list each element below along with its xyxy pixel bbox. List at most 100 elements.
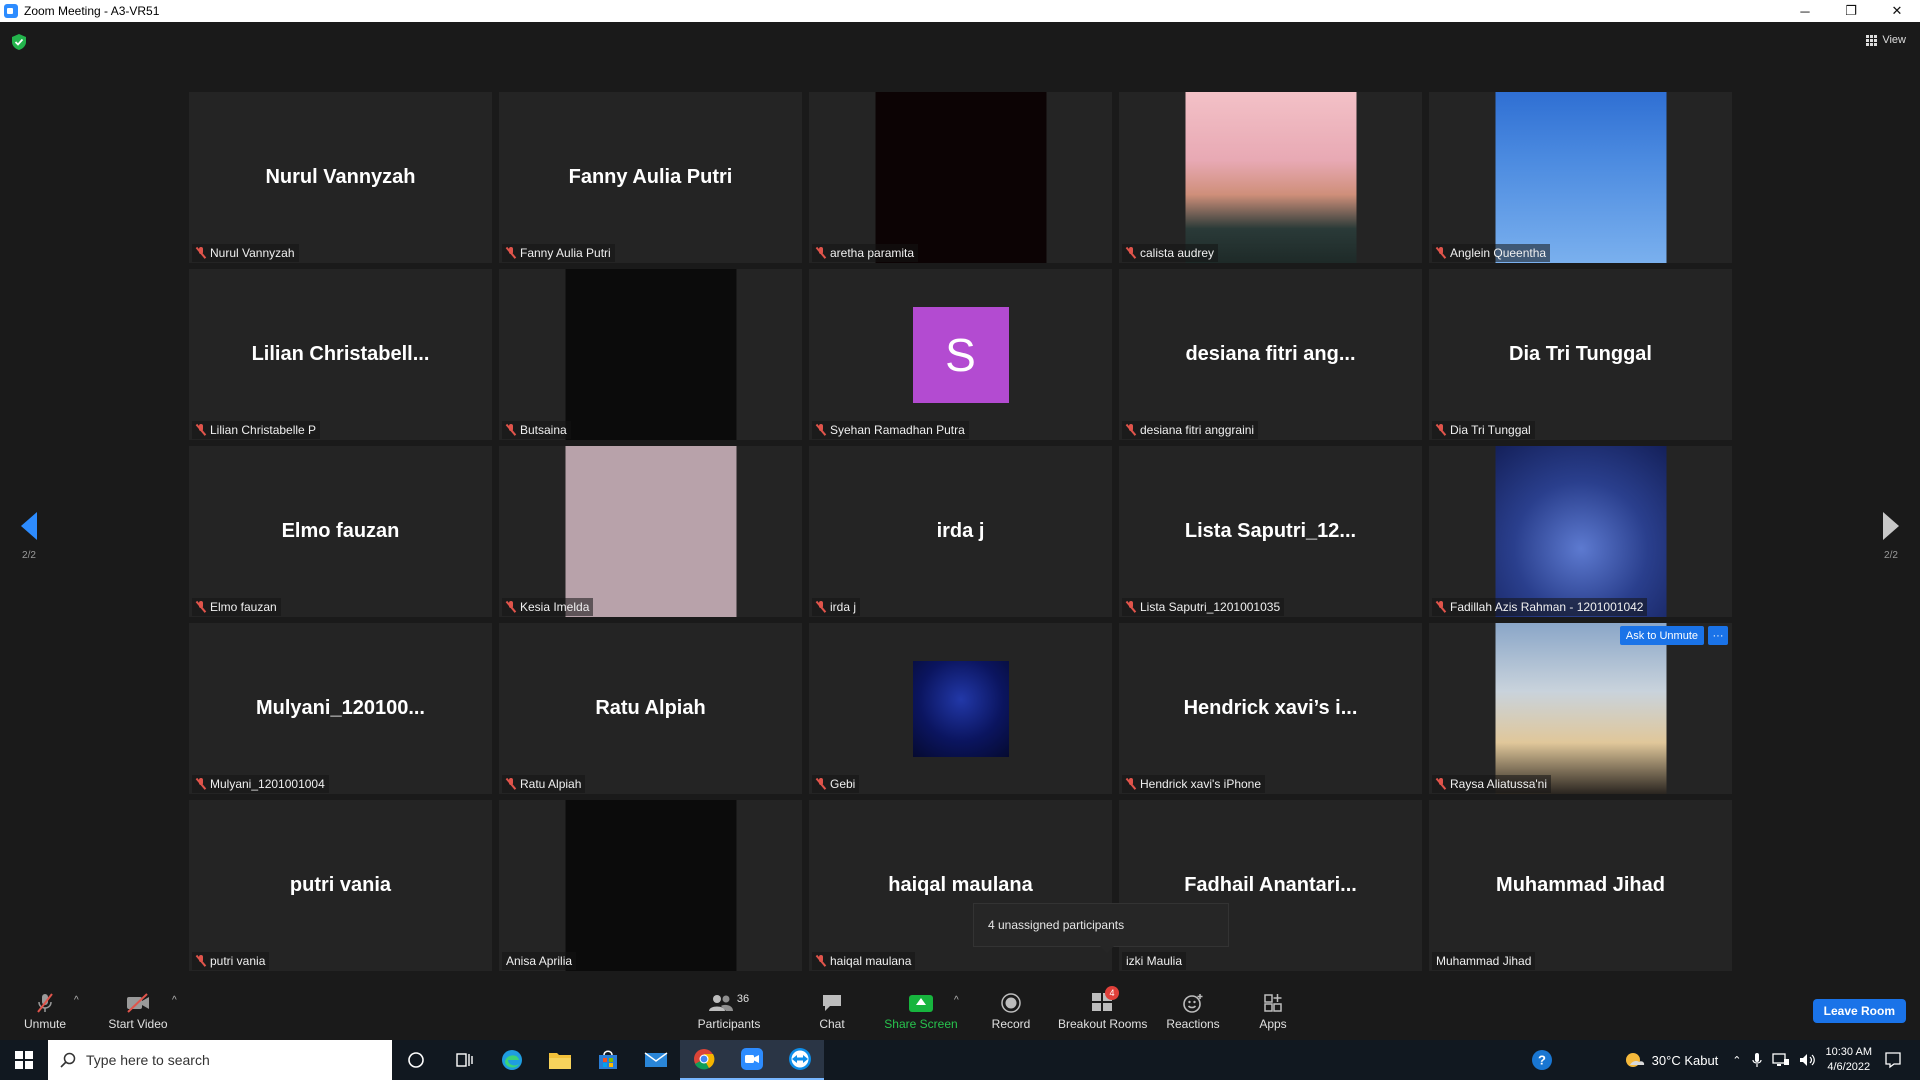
apps-icon <box>1264 994 1282 1012</box>
participant-tile[interactable]: Elmo fauzan Elmo fauzan <box>189 446 492 617</box>
start-video-label: Start Video <box>108 1017 168 1031</box>
breakout-rooms-label: Breakout Rooms <box>1058 1017 1148 1031</box>
help-button[interactable]: ? <box>1522 1049 1562 1071</box>
participant-tile[interactable]: putri vania putri vania <box>189 800 492 971</box>
minimize-button[interactable]: ─ <box>1782 0 1828 22</box>
muted-mic-icon <box>196 778 206 790</box>
participant-name: aretha paramita <box>830 246 915 260</box>
participant-name-label: Muhammad Jihad <box>1432 952 1536 970</box>
participant-tile[interactable]: Lilian Christabell... Lilian Christabelle… <box>189 269 492 440</box>
chat-button[interactable]: Chat <box>814 991 850 1031</box>
network-icon[interactable] <box>1771 1052 1790 1068</box>
ask-to-unmute-button[interactable]: Ask to Unmute <box>1619 626 1704 645</box>
participant-display-name: Lilian Christabell... <box>251 343 430 365</box>
taskbar-teamviewer[interactable] <box>776 1040 824 1080</box>
taskbar-clock[interactable]: 10:30 AM 4/6/2022 <box>1826 1045 1872 1075</box>
weather-sun-icon <box>1625 1053 1644 1067</box>
participant-video <box>1495 446 1666 617</box>
participant-tile[interactable]: desiana fitri ang... desiana fitri anggra… <box>1119 269 1422 440</box>
share-screen-button[interactable]: Share Screen <box>884 991 958 1031</box>
next-page-button[interactable]: 2/2 <box>1876 512 1906 561</box>
participant-tile[interactable]: Ratu Alpiah Ratu Alpiah <box>499 623 802 794</box>
muted-mic-icon <box>1436 424 1446 436</box>
muted-mic-icon <box>196 424 206 436</box>
chevron-up-icon[interactable]: ⌃ <box>1732 1054 1741 1067</box>
taskbar-edge[interactable] <box>488 1040 536 1080</box>
previous-page-button[interactable]: 2/2 <box>14 512 44 561</box>
participant-tile[interactable]: irda j irda j <box>809 446 1112 617</box>
cortana-button[interactable] <box>392 1040 440 1080</box>
taskbar-zoom[interactable] <box>728 1040 776 1080</box>
taskbar-mail[interactable] <box>632 1040 680 1080</box>
leave-room-button[interactable]: Leave Room <box>1812 999 1906 1023</box>
participant-tile[interactable]: Raysa Aliatussa'ni Ask to Unmute ··· <box>1429 623 1732 794</box>
participants-button[interactable]: 36 Participants <box>694 991 764 1031</box>
participant-name: Ratu Alpiah <box>520 777 582 791</box>
participant-name: Hendrick xavi's iPhone <box>1140 777 1262 791</box>
close-button[interactable]: ✕ <box>1874 0 1920 22</box>
folder-icon <box>549 1053 571 1069</box>
taskbar-file-explorer[interactable] <box>536 1040 584 1080</box>
start-video-button[interactable]: Start Video <box>106 991 170 1031</box>
svg-text:?: ? <box>1538 1053 1546 1068</box>
apps-button[interactable]: Apps <box>1256 991 1290 1031</box>
view-button[interactable]: View <box>1866 34 1906 46</box>
participant-name-label: Mulyani_1201001004 <box>192 775 329 793</box>
muted-mic-icon <box>1436 247 1446 259</box>
participant-tile[interactable]: Nurul Vannyzah Nurul Vannyzah <box>189 92 492 263</box>
muted-mic-icon <box>1126 778 1136 790</box>
breakout-rooms-button[interactable]: 4 Breakout Rooms <box>1058 985 1148 1031</box>
cortana-circle-icon <box>408 1052 424 1068</box>
participant-name: Butsaina <box>520 423 567 437</box>
participant-tile[interactable]: aretha paramita <box>809 92 1112 263</box>
muted-mic-icon <box>506 247 516 259</box>
participant-display-name: irda j <box>936 520 985 542</box>
security-shield-icon[interactable] <box>12 34 26 50</box>
unassigned-participants-tooltip: 4 unassigned participants <box>973 903 1229 953</box>
unmute-button[interactable]: Unmute <box>22 991 68 1031</box>
participant-tile[interactable]: Gebi <box>809 623 1112 794</box>
participant-name: Muhammad Jihad <box>1436 954 1532 968</box>
participant-tile[interactable]: Hendrick xavi’s i... Hendrick xavi's iPho… <box>1119 623 1422 794</box>
more-options-button[interactable]: ··· <box>1708 626 1728 645</box>
speaker-volume-icon[interactable] <box>1798 1052 1816 1068</box>
participant-name-label: Dia Tri Tunggal <box>1432 421 1535 439</box>
microphone-icon[interactable] <box>1751 1052 1762 1068</box>
participant-tile[interactable]: Kesia Imelda <box>499 446 802 617</box>
notifications-icon[interactable] <box>1884 1051 1902 1069</box>
video-off-icon <box>127 993 149 1013</box>
audio-options-caret[interactable]: ^ <box>74 995 79 1006</box>
muted-mic-icon <box>816 247 826 259</box>
participant-tile[interactable]: Anglein Queentha <box>1429 92 1732 263</box>
participant-name-label: haiqal maulana <box>812 952 916 970</box>
participant-name-label: Hendrick xavi's iPhone <box>1122 775 1266 793</box>
participant-name: Raysa Aliatussa'ni <box>1450 777 1548 791</box>
participant-tile[interactable]: Fanny Aulia Putri Fanny Aulia Putri <box>499 92 802 263</box>
participant-tile[interactable]: Dia Tri Tunggal Dia Tri Tunggal <box>1429 269 1732 440</box>
participant-tile[interactable]: Mulyani_120100... Mulyani_1201001004 <box>189 623 492 794</box>
participant-tile[interactable]: Fadillah Azis Rahman - 1201001042 <box>1429 446 1732 617</box>
arrow-left-icon <box>21 512 37 540</box>
reactions-button[interactable]: Reactions <box>1166 991 1220 1031</box>
reactions-smiley-icon <box>1183 994 1203 1013</box>
weather-widget[interactable]: 30°C Kabut <box>1624 1051 1718 1069</box>
video-options-caret[interactable]: ^ <box>172 995 177 1006</box>
participant-tile[interactable]: Butsaina <box>499 269 802 440</box>
taskbar-search-box[interactable]: Type here to search <box>48 1040 392 1080</box>
participant-tile[interactable]: Muhammad Jihad Muhammad Jihad <box>1429 800 1732 971</box>
muted-mic-icon <box>816 601 826 613</box>
taskbar-chrome[interactable] <box>680 1040 728 1080</box>
participant-tile[interactable]: Lista Saputri_12... Lista Saputri_1201001… <box>1119 446 1422 617</box>
task-view-button[interactable] <box>440 1040 488 1080</box>
taskbar-store[interactable] <box>584 1040 632 1080</box>
start-button[interactable] <box>0 1040 48 1080</box>
zoom-video-icon <box>741 1048 763 1070</box>
restore-button[interactable]: ❐ <box>1828 0 1874 22</box>
participant-tile[interactable]: S Syehan Ramadhan Putra <box>809 269 1112 440</box>
record-button[interactable]: Record <box>990 991 1032 1031</box>
participant-grid: Nurul Vannyzah Nurul Vannyzah Fanny Aulia … <box>189 92 1733 971</box>
meeting-area: View 2/2 2/2 Nurul Vannyzah Nurul Vannyza… <box>0 22 1920 977</box>
share-options-caret[interactable]: ^ <box>954 995 959 1006</box>
participant-tile[interactable]: calista audrey <box>1119 92 1422 263</box>
participant-tile[interactable]: Anisa Aprilia <box>499 800 802 971</box>
